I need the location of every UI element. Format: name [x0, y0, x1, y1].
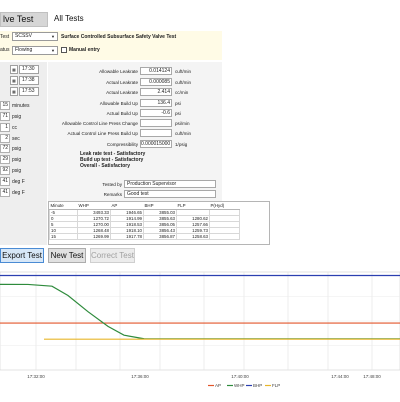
calendar-icon[interactable]: ▦ [10, 76, 18, 85]
time-input[interactable]: 2 [0, 134, 10, 143]
pressure-input[interactable]: 71 [0, 112, 10, 121]
tab-all-tests[interactable]: All Tests [54, 14, 84, 23]
result-label: Compressibility [106, 142, 138, 147]
result-value [140, 119, 172, 127]
close-time-input[interactable]: 17:38 [19, 76, 39, 85]
calendar-icon[interactable]: ▦ [10, 65, 18, 74]
status-select-value: Flowing [15, 47, 33, 53]
pressure-chart: 17:32:00 17:36:00 17:40:00 17:44:00 17:48:00… [0, 270, 400, 400]
end-time-input[interactable]: 17:53 [19, 87, 39, 96]
result-unit: cuft/min [175, 69, 192, 74]
result-label: Actual Leakrate [106, 90, 138, 95]
result-unit: cc/min [175, 90, 189, 95]
result-label: Allowable Control Line Press Change [61, 121, 138, 126]
correct-test-button[interactable]: Correct Test [90, 248, 135, 263]
result-value: 0.000085 [140, 78, 172, 86]
pressure-unit: psig [12, 146, 22, 152]
result-value: 0.014124 [140, 67, 172, 75]
volume-input[interactable]: 1 [0, 123, 10, 132]
pressure-unit: psig [12, 157, 22, 163]
x-tick-label: 17:44:00 [331, 374, 349, 379]
new-test-button[interactable]: New Test [48, 248, 86, 263]
result-unit: psi [175, 101, 181, 106]
table-cell: 3856.87 [143, 232, 177, 240]
table-cell: 1917.78 [110, 232, 144, 240]
temperature-unit: deg F [12, 190, 25, 196]
table-cell: 1258.63 [176, 232, 210, 240]
tested-by-input[interactable]: Production Supervisor [124, 180, 216, 188]
tested-by-label: Tested by [102, 182, 122, 187]
column-header: P(Hyd) [209, 202, 240, 210]
chevron-down-icon: ▼ [51, 34, 55, 39]
column-header: AP [110, 202, 144, 210]
pressure-value: 72 [0, 144, 10, 153]
manual-entry-checkbox[interactable] [61, 47, 67, 53]
duration-unit: minutes [12, 103, 30, 109]
overall-status: Overall - Satisfactory [80, 163, 131, 169]
result-value: 136.4 [140, 99, 172, 107]
table-cell: 1269.99 [77, 232, 111, 240]
x-tick-label: 17:36:00 [131, 374, 149, 379]
result-unit: psi/min [175, 121, 190, 126]
pressure-value: 92 [0, 166, 10, 175]
result-label: Actual Build Up [106, 111, 138, 116]
remarks-label: Remarks [103, 192, 122, 197]
result-label: Actual Control Line Press Build Up [67, 131, 138, 136]
status-select[interactable]: Flowing ▼ [12, 46, 58, 55]
result-unit: cuft/min [175, 80, 192, 85]
result-unit: psi [175, 111, 181, 116]
pressure-value: 29 [0, 155, 10, 164]
tab-valve-test[interactable]: lve Test [0, 12, 48, 27]
test-select-value: SCSSV [15, 33, 32, 39]
calendar-icon[interactable]: ▦ [10, 87, 18, 96]
table-header-row: Minute WHP AP BHP FLP P(Hyd) [49, 202, 240, 210]
volume-unit: cc [12, 125, 17, 131]
result-value: 2.414 [140, 88, 172, 96]
column-header: WHP [77, 202, 111, 210]
time-unit: sec [12, 136, 20, 142]
table-cell: 15 [49, 232, 78, 240]
pressure-chart-svg: 17:32:00 17:36:00 17:40:00 17:44:00 17:48:00… [0, 271, 400, 388]
remarks-input[interactable]: Good test [124, 190, 216, 198]
export-test-button[interactable]: Export Test [0, 248, 44, 263]
table-cell [209, 232, 240, 240]
temperature-unit: deg F [12, 179, 25, 185]
chevron-down-icon: ▼ [51, 48, 55, 53]
x-tick-label: 17:40:00 [231, 374, 249, 379]
result-label: Allowable Leakrate [99, 69, 138, 74]
test-label: Test [0, 34, 10, 40]
table-row[interactable]: 15 1269.99 1917.78 3856.87 1258.63 [49, 232, 240, 240]
result-unit: 1/psig [175, 142, 188, 147]
pressure-unit: psig [12, 168, 22, 174]
column-header: Minute [49, 202, 78, 210]
result-value [140, 129, 172, 137]
x-tick-label: 17:32:00 [27, 374, 45, 379]
legend-label: WHP [234, 383, 245, 388]
manual-entry-label: Manual entry [69, 47, 100, 53]
temperature-value: 41 [0, 188, 10, 197]
result-label: Actual Leakrate [106, 80, 138, 85]
result-value: -0.6 [140, 109, 172, 117]
result-unit: cuft/min [175, 131, 192, 136]
legend-label: BHP [253, 383, 262, 388]
result-label: Allowable Build Up [99, 101, 138, 106]
test-description: Surface Controlled Subsurface Safety Val… [61, 34, 177, 40]
start-time-input[interactable]: 17:30 [19, 65, 39, 74]
duration-input[interactable]: 15 [0, 101, 10, 110]
legend-label: FLP [272, 383, 280, 388]
test-select[interactable]: SCSSV ▼ [12, 32, 58, 41]
column-header: FLP [176, 202, 210, 210]
status-label: atus [0, 47, 10, 53]
legend-label: AP [215, 383, 221, 388]
result-value: 0.000015000 [140, 140, 172, 148]
x-tick-label: 17:48:00 [363, 374, 381, 379]
pressure-unit: psig [12, 114, 22, 120]
column-header: BHP [143, 202, 177, 210]
temperature-value: 41 [0, 177, 10, 186]
readings-table: Minute WHP AP BHP FLP P(Hyd) -5 3493.33 … [48, 201, 270, 245]
